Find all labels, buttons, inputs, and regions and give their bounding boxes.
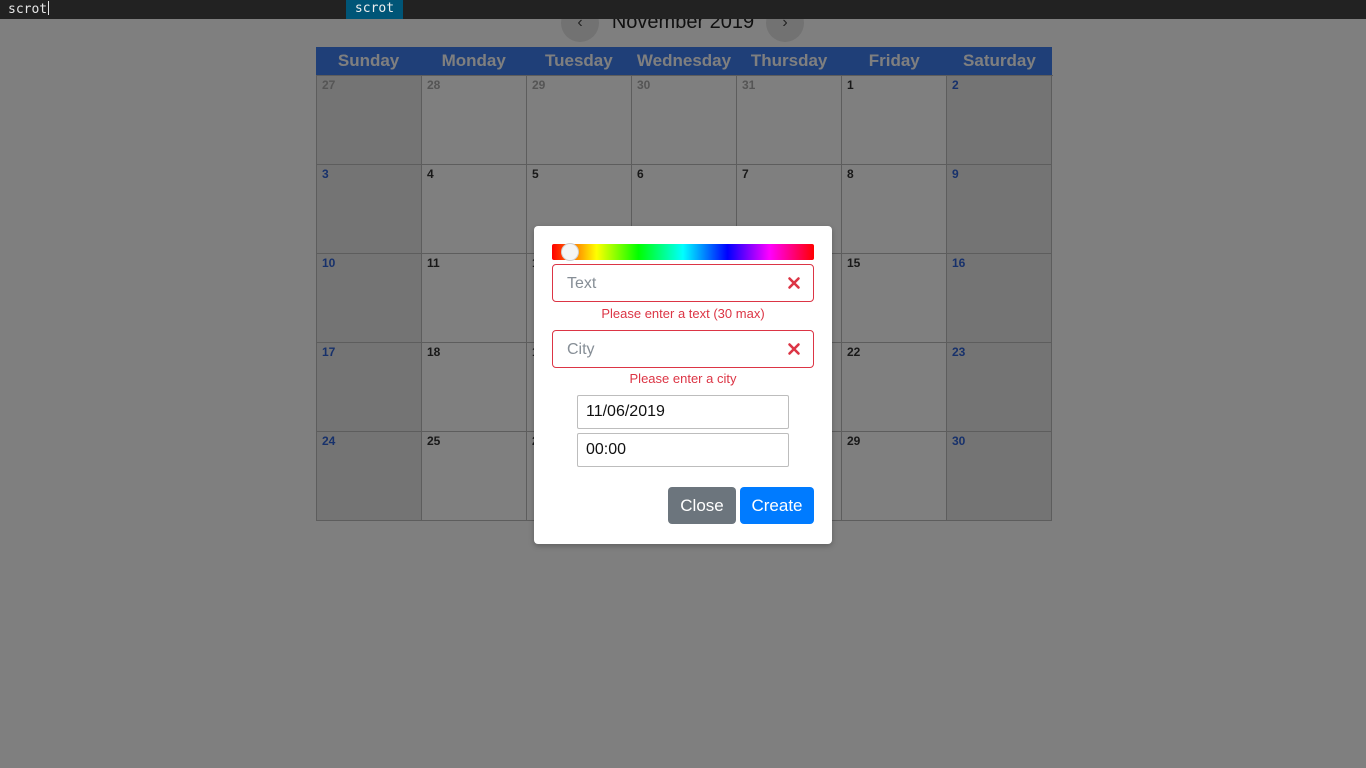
time-input[interactable]: 00:00 [577,433,789,467]
close-button[interactable]: Close [668,487,736,524]
text-input[interactable] [565,265,779,303]
date-input[interactable]: 11/06/2019 [577,395,789,429]
launcher-input[interactable]: scrot [8,1,50,18]
times-icon [788,343,800,355]
text-cursor [48,1,50,15]
times-icon [788,277,800,289]
launcher-bar: scrot scrot [0,0,1366,19]
city-input[interactable] [565,331,779,369]
create-button[interactable]: Create [740,487,814,524]
color-slider[interactable] [552,243,814,261]
color-slider-thumb[interactable] [561,243,580,261]
create-event-modal: Please enter a text (30 max) Please ente… [534,226,832,544]
launcher-query: scrot [8,2,48,17]
city-error: Please enter a city [629,371,737,386]
text-error: Please enter a text (30 max) [601,306,765,321]
launcher-match-item[interactable]: scrot [346,0,403,19]
city-field [552,330,814,369]
text-field [552,264,814,303]
